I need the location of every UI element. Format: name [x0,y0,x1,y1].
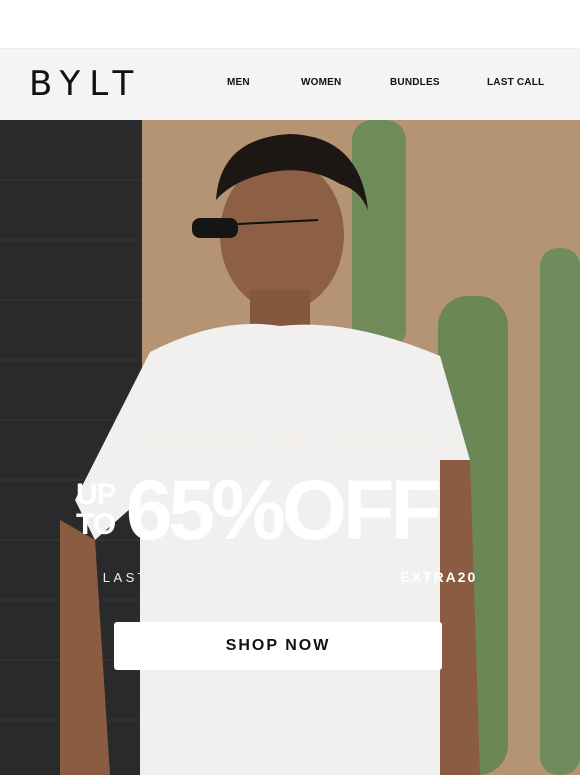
subline-text: LAST CALL STYLES WITH CODE [102,570,401,585]
main-nav: MEN WOMEN BUNDLES LAST CALL [0,49,580,120]
promo-code: EXTRA20 [400,569,478,585]
promo-eyebrow: FATHER'S DAY SAVINGS [141,427,439,446]
nav-item-men[interactable]: MEN [227,77,250,88]
promo-headline: UP TO 65%OFF [76,463,442,557]
to-text: TO [76,508,116,541]
up-to-label: UP TO [76,478,117,541]
nav-item-last-call[interactable]: LAST CALL [487,77,544,88]
top-spacer [0,0,580,48]
shop-now-button[interactable]: SHOP NOW [114,622,442,670]
up-text: UP [76,478,117,511]
nav-item-women[interactable]: WOMEN [301,77,341,88]
discount-amount: 65%OFF [125,463,442,557]
email-header: BYLT MEN WOMEN BUNDLES LAST CALL [0,48,580,120]
promo-subline: LAST CALL STYLES WITH CODE EXTRA20 [0,569,580,585]
hero-banner[interactable]: FATHER'S DAY SAVINGS UP TO 65%OFF LAST C… [0,120,580,775]
nav-item-bundles[interactable]: BUNDLES [390,77,440,88]
hero-text-overlay: FATHER'S DAY SAVINGS UP TO 65%OFF LAST C… [0,120,580,775]
